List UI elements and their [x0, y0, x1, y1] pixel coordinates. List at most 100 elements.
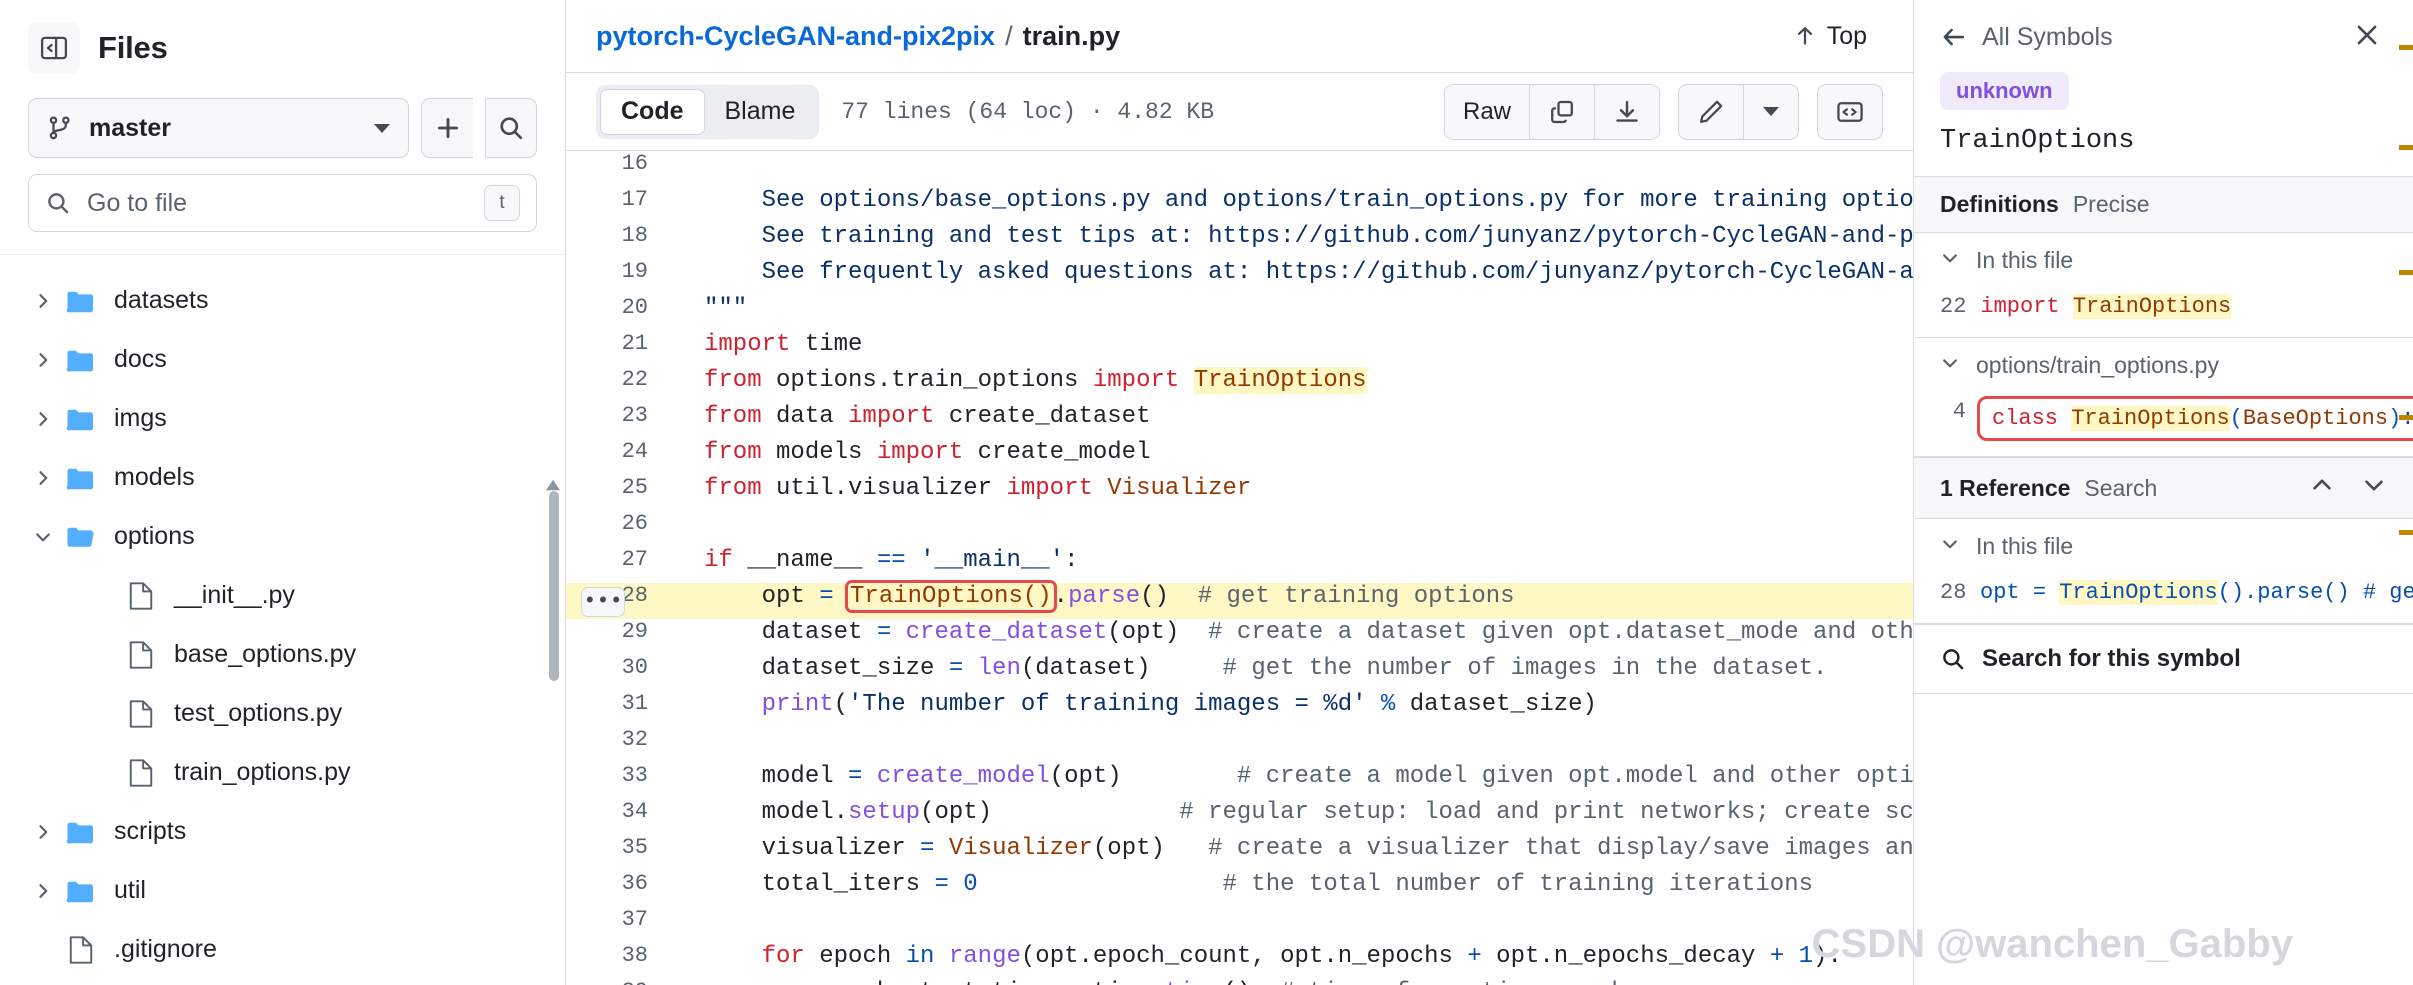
next-reference-button[interactable]	[2361, 472, 2387, 504]
tree-folder-row[interactable]: docs	[0, 330, 565, 389]
line-number[interactable]: 37	[566, 907, 674, 943]
line-number[interactable]: 38	[566, 943, 674, 979]
line-number[interactable]: 24	[566, 439, 674, 475]
tab-code[interactable]: Code	[600, 88, 705, 135]
line-number[interactable]: 23	[566, 403, 674, 439]
line-number[interactable]: 22	[566, 367, 674, 403]
copy-raw-button[interactable]	[1529, 83, 1594, 140]
code-token: =	[2032, 580, 2060, 605]
sidebar-collapse-icon[interactable]	[28, 22, 80, 74]
chevron-right-icon[interactable]	[26, 468, 60, 488]
tab-blame[interactable]: Blame	[705, 89, 816, 135]
line-number[interactable]: 26	[566, 511, 674, 547]
tree-folder-row[interactable]: scripts	[0, 802, 565, 861]
tree-file-row[interactable]: train_options.py	[0, 743, 565, 802]
breadcrumb: pytorch-CycleGAN-and-pix2pix / train.py …	[566, 0, 1913, 72]
chevron-right-icon[interactable]	[26, 822, 60, 842]
code-line-row: 24 from models import create_model	[566, 439, 1913, 475]
code-line-content	[674, 511, 1913, 547]
tree-folder-row[interactable]: models	[0, 448, 565, 507]
line-number[interactable]: 34	[566, 799, 674, 835]
code-line-content: from data import create_dataset	[674, 403, 1913, 439]
chevron-right-icon[interactable]	[26, 291, 60, 311]
branch-selector[interactable]: master	[28, 98, 409, 158]
line-number[interactable]: 29	[566, 619, 674, 655]
tree-file-row[interactable]: __init__.py	[0, 566, 565, 625]
tree-folder-row[interactable]: datasets	[0, 271, 565, 330]
line-number[interactable]: 39	[566, 979, 674, 985]
line-number[interactable]: 32	[566, 727, 674, 763]
download-raw-button[interactable]	[1594, 83, 1660, 140]
line-number[interactable]: 30	[566, 655, 674, 691]
search-icon	[48, 193, 69, 214]
symbol-result-row[interactable]: 28 opt = TrainOptions().parse() # get tra…	[1914, 574, 2413, 619]
code-token: opt	[704, 583, 820, 610]
line-number[interactable]: 18	[566, 223, 674, 259]
tree-file-row[interactable]: .replit	[0, 979, 565, 985]
code-line-row: 30 dataset_size = len(dataset) # get the…	[566, 655, 1913, 691]
line-number[interactable]: 36	[566, 871, 674, 907]
line-number[interactable]: 33	[566, 763, 674, 799]
line-number[interactable]: 20	[566, 295, 674, 331]
tree-folder-row[interactable]: options	[0, 507, 565, 566]
tree-scrollbar-thumb[interactable]	[549, 491, 559, 681]
definitions-title: Definitions	[1940, 191, 2059, 217]
line-number[interactable]: 31	[566, 691, 674, 727]
line-number[interactable]: 17	[566, 187, 674, 223]
back-to-all-symbols-button[interactable]: All Symbols	[1940, 23, 2113, 52]
code-line-content: from models import create_model	[674, 439, 1913, 475]
breadcrumb-repo-link[interactable]: pytorch-CycleGAN-and-pix2pix	[596, 21, 995, 52]
chevron-down-icon	[1940, 352, 1960, 379]
symbol-group-label: In this file	[1976, 533, 2074, 559]
symbol-group-toggle[interactable]: In this file	[1914, 519, 2413, 574]
tree-file-row[interactable]: .gitignore	[0, 920, 565, 979]
chevron-right-icon[interactable]	[26, 350, 60, 370]
edit-file-button[interactable]	[1678, 83, 1743, 140]
line-menu-button[interactable]: •••	[581, 587, 625, 617]
symbol-group-toggle[interactable]: In this file	[1914, 233, 2413, 288]
tree-item-label: models	[114, 463, 195, 491]
code-token: See options/base_options.py and options/…	[704, 187, 1913, 214]
references-title: 1 Reference	[1940, 474, 2071, 501]
chevron-down-icon[interactable]	[26, 527, 60, 547]
chevron-right-icon[interactable]	[26, 409, 60, 429]
line-number[interactable]: 16	[566, 151, 674, 187]
code-token: :	[1064, 547, 1079, 574]
add-file-button[interactable]	[421, 98, 473, 158]
line-number[interactable]: 28 •••	[566, 583, 674, 619]
code-line-content: from util.visualizer import Visualizer	[674, 475, 1913, 511]
line-number[interactable]: 21	[566, 331, 674, 367]
chevron-down-icon	[2365, 480, 2383, 491]
close-panel-button[interactable]	[2347, 15, 2387, 60]
symbol-result-row[interactable]: 22 import TrainOptions	[1914, 288, 2413, 333]
folder-icon	[60, 406, 102, 432]
code-symbols-button[interactable]	[1817, 83, 1883, 140]
line-number[interactable]: 19	[566, 259, 674, 295]
code-line-content: from options.train_options import TrainO…	[674, 367, 1913, 403]
tree-folder-row[interactable]: imgs	[0, 389, 565, 448]
line-number[interactable]: 27	[566, 547, 674, 583]
sidebar-search-button[interactable]	[485, 98, 537, 158]
go-to-file-input[interactable]: Go to file t	[28, 174, 537, 232]
chevron-right-icon[interactable]	[26, 881, 60, 901]
previous-reference-button[interactable]	[2309, 472, 2335, 504]
raw-button[interactable]: Raw	[1443, 83, 1529, 140]
search-for-symbol-button[interactable]: Search for this symbol	[1914, 624, 2413, 694]
symbol-group-toggle[interactable]: options/train_options.py	[1914, 338, 2413, 393]
line-number[interactable]: 35	[566, 835, 674, 871]
tree-folder-row[interactable]: util	[0, 861, 565, 920]
code-token: visualizer	[704, 835, 921, 862]
symbol-group-label: options/train_options.py	[1976, 352, 2219, 378]
edit-options-dropdown[interactable]	[1743, 83, 1799, 140]
scroll-to-top-button[interactable]: Top	[1777, 14, 1883, 59]
line-number[interactable]: 25	[566, 475, 674, 511]
code-token: opt.n_epochs_decay	[1481, 943, 1770, 970]
tree-file-row[interactable]: base_options.py	[0, 625, 565, 684]
code-token: 1	[1798, 943, 1814, 970]
symbol-result-row[interactable]: 4 class TrainOptions(BaseOptions):	[1914, 393, 2413, 452]
code-token: import	[704, 331, 791, 358]
tree-file-row[interactable]: test_options.py	[0, 684, 565, 743]
